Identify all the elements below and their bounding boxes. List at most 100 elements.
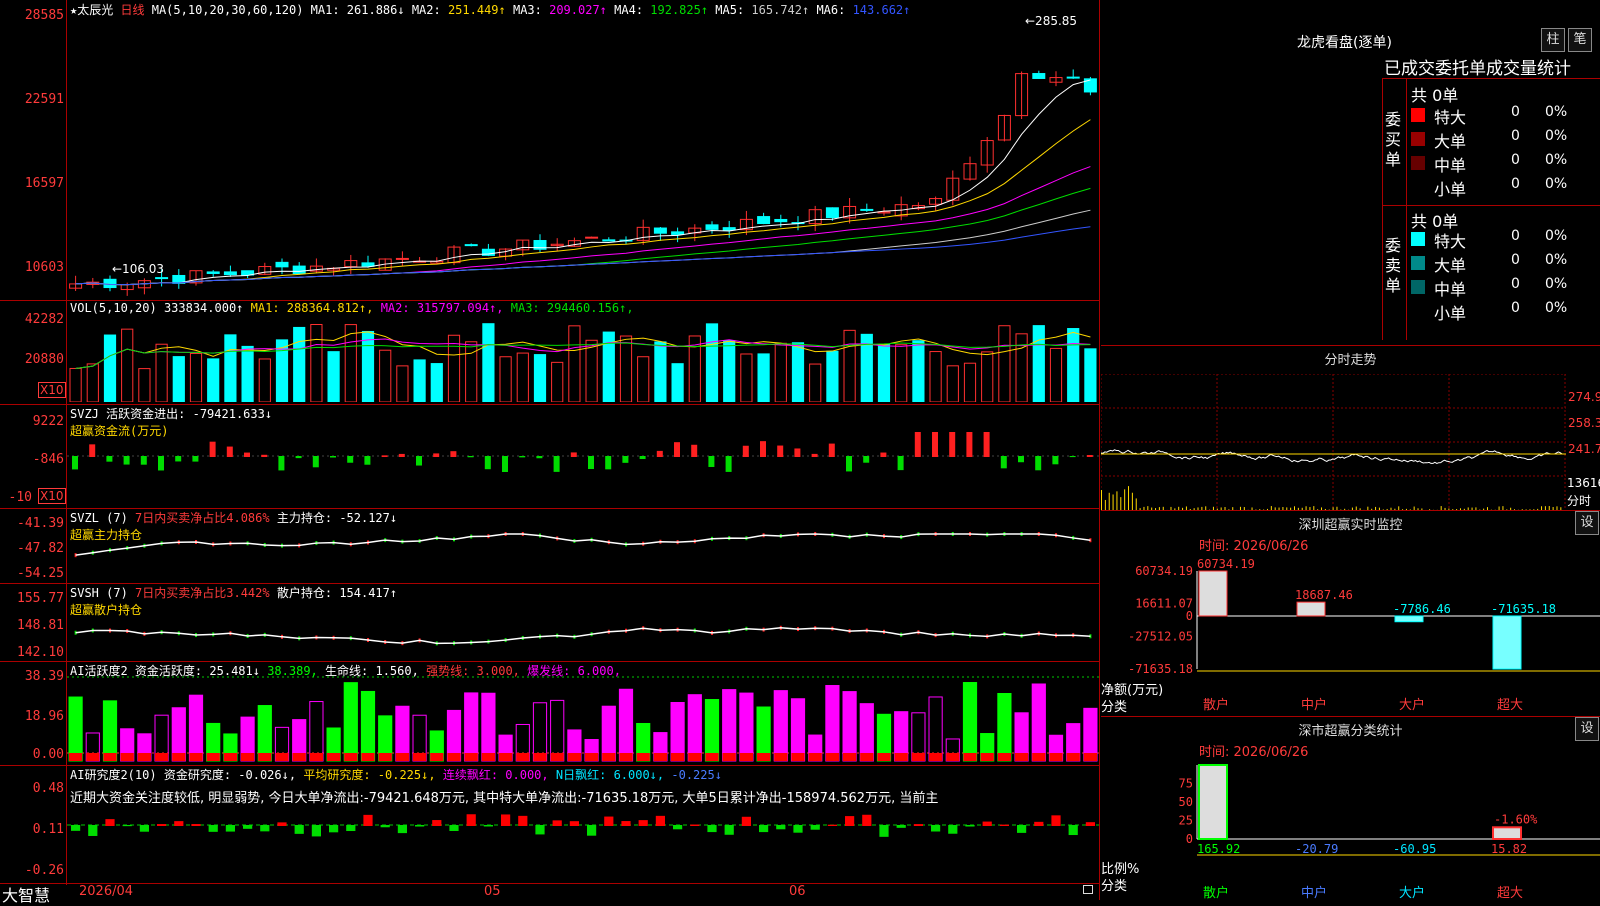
monitor-settings-button[interactable]: 设 bbox=[1575, 511, 1599, 535]
fund-flow-bar bbox=[227, 447, 233, 457]
order-percent: 0% bbox=[1545, 128, 1567, 144]
volume-bar bbox=[655, 342, 666, 402]
dragon-tiger-panel[interactable]: 龙虎看盘(逐单) 柱 笔 已成交委托单成交量统计 委买单 共 0单 特大00%大… bbox=[1101, 0, 1600, 346]
monitor-bar-chart[interactable]: 60734.1916611.070-27512.05-71635.1860734… bbox=[1101, 551, 1600, 716]
order-count: 0 bbox=[1511, 252, 1520, 268]
fund-flow-bar bbox=[949, 432, 955, 457]
order-type-label: 大单 bbox=[1434, 128, 1466, 152]
lock-icon[interactable] bbox=[1083, 885, 1093, 894]
research-bar bbox=[948, 825, 957, 834]
candle-body bbox=[654, 228, 666, 233]
research-bar bbox=[260, 825, 269, 831]
intraday-volume-bar bbox=[1290, 508, 1291, 510]
fund-flow-bar bbox=[433, 453, 439, 457]
candlestick-chart[interactable] bbox=[67, 14, 1099, 298]
intraday-chart[interactable] bbox=[1101, 374, 1566, 510]
main-position-chart[interactable] bbox=[67, 528, 1099, 582]
classify-note: -1.60% bbox=[1494, 812, 1538, 826]
volume-bar bbox=[208, 359, 219, 402]
intraday-volume-bar bbox=[1259, 509, 1260, 510]
candle-body bbox=[276, 262, 288, 266]
order-type-label: 小单 bbox=[1434, 300, 1466, 324]
activity-bar bbox=[69, 697, 82, 761]
intraday-volume-bar bbox=[1302, 508, 1303, 510]
fund-flow-bar bbox=[640, 456, 646, 459]
realtime-monitor-panel[interactable]: 深圳超赢实时监控 设 时间: 2026/06/26 60734.1916611.… bbox=[1101, 511, 1600, 717]
intraday-volume-bar bbox=[1190, 509, 1191, 510]
classify-stats-panel[interactable]: 深市超赢分类统计 设 时间: 2026/06/26 7550250165.92散… bbox=[1101, 717, 1600, 900]
intraday-panel[interactable]: 分时走势 274.9 258.3 241.7 13616 分时 bbox=[1101, 346, 1600, 511]
ai-research-panel[interactable]: AI研究度2(10) 资金研究度: -0.026↓, 平均研究度: -0.225… bbox=[0, 765, 1100, 883]
fund-flow-bar bbox=[863, 456, 869, 463]
volume-bar bbox=[431, 364, 442, 402]
activity-base bbox=[258, 753, 271, 761]
activity-bar bbox=[310, 702, 323, 761]
ai-activity-chart[interactable] bbox=[67, 675, 1099, 763]
ai-activity-panel[interactable]: AI活跃度2 资金活跃度: 25.481↓ 38.389, 生命线: 1.560… bbox=[0, 661, 1100, 766]
activity-bar bbox=[723, 690, 736, 761]
intraday-volume-bar bbox=[1128, 486, 1129, 510]
tab-volume-stats[interactable]: 成交量统计 bbox=[1486, 59, 1571, 79]
volume-bar bbox=[982, 352, 993, 402]
intraday-volume-bar bbox=[1445, 508, 1446, 510]
tick-view-button[interactable]: 笔 bbox=[1568, 28, 1592, 52]
kline-panel[interactable]: ★太辰光 日线 MA(5,10,20,30,60,120) MA1: 261.8… bbox=[0, 0, 1100, 301]
research-bar bbox=[1017, 825, 1026, 833]
candle-body bbox=[706, 225, 718, 230]
research-bar bbox=[209, 825, 218, 832]
ai2-l4: N日飘红: bbox=[556, 768, 606, 782]
activity-bar bbox=[258, 706, 271, 761]
activity-base bbox=[155, 753, 168, 761]
candle-body bbox=[224, 272, 236, 275]
activity-base bbox=[1084, 753, 1097, 761]
intraday-volume-bar bbox=[1394, 509, 1395, 510]
research-bar bbox=[295, 825, 304, 834]
kline-ytick: 22591 bbox=[2, 92, 64, 107]
intraday-volume-bar bbox=[1406, 509, 1407, 510]
intraday-volume-bar bbox=[1116, 491, 1117, 510]
candle-body bbox=[826, 208, 838, 218]
intraday-volume-bar bbox=[1228, 509, 1229, 510]
fund-flow-bar bbox=[726, 456, 732, 472]
volume-chart[interactable] bbox=[67, 316, 1099, 402]
ai2-v3: 0.000, bbox=[505, 768, 548, 782]
order-count: 0 bbox=[1511, 104, 1520, 120]
tab-filled[interactable]: 已成交 bbox=[1384, 59, 1435, 79]
ai-research-chart[interactable] bbox=[67, 801, 1099, 883]
candle-body bbox=[861, 209, 873, 210]
chart-area[interactable]: ★太辰光 日线 MA(5,10,20,30,60,120) MA1: 261.8… bbox=[0, 0, 1100, 900]
tab-orders[interactable]: 委托单 bbox=[1435, 59, 1486, 79]
fund-flow-bar bbox=[898, 456, 904, 470]
fund-flow-bar bbox=[1070, 456, 1076, 457]
retail-position-chart[interactable] bbox=[67, 603, 1099, 660]
intraday-volume-bar bbox=[1452, 509, 1453, 510]
volume-bar bbox=[964, 363, 975, 402]
intraday-volume-bar bbox=[1286, 507, 1287, 510]
research-bar bbox=[157, 824, 166, 826]
vol-ma-value: MA1: 288364.812↑, bbox=[251, 301, 381, 315]
volume-bar bbox=[552, 362, 563, 402]
volume-bar bbox=[1068, 329, 1079, 402]
activity-base bbox=[912, 753, 925, 761]
intraday-volume-bar bbox=[1537, 509, 1538, 510]
column-view-button[interactable]: 柱 bbox=[1541, 28, 1565, 52]
activity-base bbox=[1067, 753, 1080, 761]
volume-panel[interactable]: VOL(5,10,20) 333834.000↑ MA1: 288364.812… bbox=[0, 300, 1100, 405]
svzj-panel[interactable]: SVZJ 活跃资金进出: -79421.633↓ 超赢资金流(万元) 9222 … bbox=[0, 404, 1100, 509]
intraday-volume-bar bbox=[1522, 509, 1523, 510]
volume-bar bbox=[638, 357, 649, 402]
activity-bar bbox=[963, 683, 976, 761]
order-color-swatch bbox=[1411, 108, 1425, 122]
intraday-volume-bar bbox=[1549, 506, 1550, 510]
activity-base bbox=[293, 753, 306, 761]
classify-bar-chart[interactable]: 7550250165.92散户-20.79中户-60.95大户15.82超大-1… bbox=[1101, 757, 1600, 900]
research-bar bbox=[243, 825, 252, 829]
svzj-ytick: 9222 bbox=[2, 414, 64, 429]
classify-settings-button[interactable]: 设 bbox=[1575, 717, 1599, 741]
intraday-volume-bar bbox=[1371, 509, 1372, 510]
svsh-panel[interactable]: SVSH (7) 7日内买卖净占比3.442% 散户持仓: 154.417↑ 超… bbox=[0, 583, 1100, 662]
fund-flow-bar bbox=[777, 446, 783, 457]
fund-flow-chart[interactable] bbox=[67, 432, 1099, 506]
research-bar bbox=[673, 825, 682, 829]
svzl-panel[interactable]: SVZL (7) 7日内买卖净占比4.086% 主力持仓: -52.127↓ 超… bbox=[0, 508, 1100, 584]
